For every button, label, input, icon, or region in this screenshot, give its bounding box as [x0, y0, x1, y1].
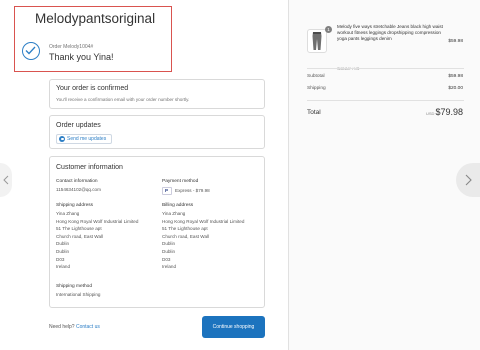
subtotal-label: Subtotal [307, 74, 325, 79]
order-number: Order Melody1004# [49, 44, 94, 50]
order-confirmed-card: Your order is confirmed You'll receive a… [49, 79, 265, 109]
shipping-address-heading: Shipping address [56, 203, 94, 208]
total-label: Total [307, 109, 321, 116]
address-line: D03 [56, 256, 65, 262]
currency-code: USD [426, 111, 435, 116]
address-line: Hong Kong Royal Wolf Industrial Limited [162, 218, 245, 224]
shipping-method-value: International Shipping [56, 292, 101, 297]
quantity-badge: 1 [325, 26, 332, 33]
address-line: 51 The Lighthouse apt [162, 226, 208, 232]
product-thumbnail [307, 29, 327, 53]
shipping-label: Shipping [307, 86, 326, 91]
address-line: Dublin [162, 248, 176, 254]
product-title: Melody five ways stretchable Jeans black… [337, 24, 443, 42]
address-line: Dublin [56, 248, 70, 254]
thank-you-heading: Thank you Yina! [49, 52, 114, 62]
address-line: Yina Zhang [56, 211, 80, 216]
help-label: Need help? [49, 324, 75, 330]
payment-value: Express - $79.98 [175, 188, 210, 194]
divider [307, 68, 464, 69]
shipping-address: Yina Zhang Hong Kong Royal Wolf Industri… [56, 210, 138, 271]
total-value: $79.98 [435, 107, 463, 117]
address-line: Ireland [56, 264, 71, 270]
store-name[interactable]: Melodypantsoriginal [35, 11, 155, 26]
divider [307, 100, 464, 101]
billing-address: Yina Zhang Hong Kong Royal Wolf Industri… [162, 210, 244, 271]
payment-value-row: Express - $79.98 [162, 187, 210, 195]
customer-information-card: Customer information Contact information… [49, 156, 265, 308]
help-text: Need help? Contact us [49, 324, 100, 330]
billing-address-heading: Billing address [162, 203, 194, 208]
chevron-left-icon [3, 175, 9, 185]
shipping-value: $20.00 [448, 86, 463, 91]
card-title: Customer information [56, 164, 123, 171]
continue-shopping-button[interactable]: Continue shopping [202, 316, 265, 338]
address-line: 51 The Lighthouse apt [56, 226, 102, 232]
product-price: $59.98 [448, 39, 463, 44]
order-updates-card: Order updates Send me updates [49, 115, 265, 149]
leggings-image [312, 32, 322, 50]
checkout-main: Melodypantsoriginal Order Melody1004# Th… [0, 0, 288, 350]
address-line: Church road, East Wall [162, 233, 210, 239]
confirmed-text: You'll receive a confirmation email with… [56, 97, 190, 102]
send-updates-label: Send me updates [67, 136, 107, 142]
shipping-method-heading: Shipping method [56, 284, 93, 289]
address-line: D03 [162, 256, 171, 262]
address-line: Church road, East Wall [56, 233, 104, 239]
address-line: Dublin [162, 241, 176, 247]
address-line: Yina Zhang [162, 211, 186, 216]
card-title: Order updates [56, 122, 101, 129]
address-line: Hong Kong Royal Wolf Industrial Limited [56, 218, 139, 224]
address-line: Ireland [162, 264, 177, 270]
card-title: Your order is confirmed [56, 85, 129, 92]
chevron-right-icon [465, 174, 472, 186]
contact-heading: Contact information [56, 179, 98, 184]
contact-us-link[interactable]: Contact us [76, 324, 100, 330]
subtotal-value: $59.98 [448, 74, 463, 79]
contact-value: 1154634102@qq.com [56, 187, 101, 192]
payment-heading: Payment method [162, 179, 199, 184]
message-icon [59, 136, 65, 142]
paypal-icon [162, 187, 172, 195]
address-line: Dublin [56, 241, 70, 247]
check-circle-icon [22, 42, 40, 60]
send-updates-button[interactable]: Send me updates [56, 134, 113, 144]
